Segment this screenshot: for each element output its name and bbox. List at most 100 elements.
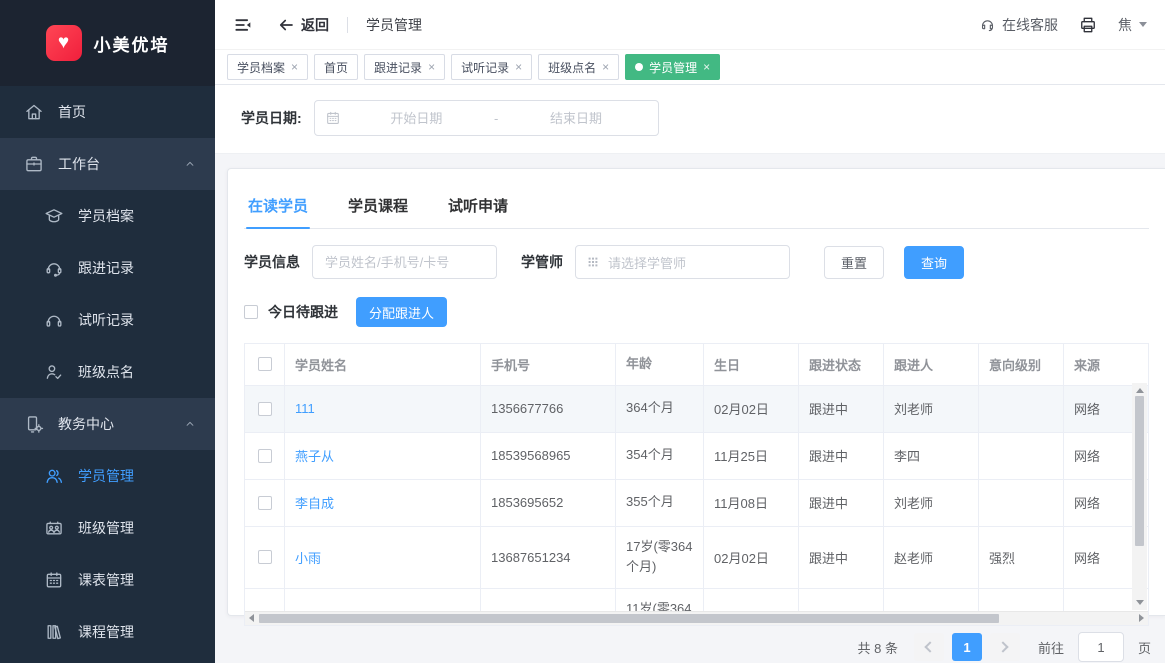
sidebar-item-4[interactable]: 试听记录 — [0, 294, 215, 346]
student-panel-card: 在读学员学员课程试听申请 学员信息 学管师 请选择学管师 重置 查询 今日待跟进… — [227, 168, 1165, 616]
brand-logo-heart-icon: ♥ — [46, 25, 82, 61]
row-select-cell — [245, 386, 285, 432]
cell-birthday: 02月02日 — [704, 386, 799, 432]
cell-intent — [979, 589, 1064, 611]
start-date-input[interactable] — [345, 111, 488, 126]
query-button[interactable]: 查询 — [904, 246, 964, 279]
student-name-link[interactable]: 燕子从 — [295, 446, 334, 465]
student-name-link[interactable]: 111 — [295, 401, 315, 416]
printer-icon[interactable] — [1078, 15, 1098, 35]
team-icon — [44, 518, 64, 538]
cell-name: 小雨 — [285, 527, 481, 588]
column-header-5: 跟进人 — [884, 344, 979, 385]
table-row: 燕子从18539568965354个月11月25日跟进中李四网络 — [245, 433, 1148, 480]
cell-age: 11岁(零364个月) — [616, 589, 704, 611]
view-tag-label: 首页 — [324, 59, 348, 76]
row-checkbox[interactable] — [258, 449, 272, 463]
sidebar-item-label: 课程管理 — [78, 622, 134, 642]
scroll-up-icon[interactable] — [1136, 388, 1144, 393]
sidebar-item-7[interactable]: 学员管理 — [0, 450, 215, 502]
scroll-left-icon[interactable] — [249, 614, 254, 622]
cell-birthday: 02月02日 — [704, 527, 799, 588]
sidebar-item-3[interactable]: 跟进记录 — [0, 242, 215, 294]
cell-name: 李自成 — [285, 480, 481, 526]
people-icon — [44, 466, 64, 486]
row-checkbox[interactable] — [258, 402, 272, 416]
scroll-right-icon[interactable] — [1139, 614, 1144, 622]
cell-intent — [979, 386, 1064, 432]
row-checkbox[interactable] — [258, 550, 272, 564]
view-tag-3[interactable]: 试听记录 × — [451, 54, 532, 80]
reset-button[interactable]: 重置 — [824, 246, 884, 279]
close-tag-icon[interactable]: × — [291, 61, 298, 73]
scroll-down-icon[interactable] — [1136, 600, 1144, 605]
view-tag-4[interactable]: 班级点名 × — [538, 54, 619, 80]
close-tag-icon[interactable]: × — [602, 61, 609, 73]
sidebar-item-label: 工作台 — [58, 154, 100, 174]
back-button[interactable]: 返回 — [277, 15, 329, 35]
panel-tab-2[interactable]: 试听申请 — [446, 187, 510, 228]
horizontal-scroll-thumb[interactable] — [259, 614, 999, 623]
sidebar-item-label: 班级点名 — [78, 362, 134, 382]
view-tag-label: 试听记录 — [461, 59, 509, 76]
sidebar-item-0[interactable]: 首页 — [0, 86, 215, 138]
goto-page-input[interactable] — [1078, 632, 1124, 662]
student-info-input[interactable] — [312, 245, 497, 279]
view-tag-5[interactable]: 学员管理× — [625, 54, 720, 80]
sidebar-item-10[interactable]: 课程管理 — [0, 606, 215, 658]
cell-follower: 李四 — [884, 433, 979, 479]
table-row: 李自成1853695652355个月11月08日跟进中刘老师网络 — [245, 480, 1148, 527]
vertical-scroll-thumb[interactable] — [1135, 396, 1144, 546]
close-tag-icon[interactable]: × — [703, 61, 710, 73]
cell-phone: 18539568965 — [481, 433, 616, 479]
column-header-3: 生日 — [704, 344, 799, 385]
current-page-button[interactable]: 1 — [952, 633, 982, 661]
online-service-button[interactable]: 在线客服 — [979, 15, 1058, 35]
view-tag-label: 班级点名 — [548, 59, 596, 76]
sidebar-collapse-icon[interactable] — [233, 15, 253, 35]
prev-page-button[interactable] — [914, 633, 944, 661]
device-gear-icon — [24, 414, 44, 434]
view-tag-2[interactable]: 跟进记录× — [364, 54, 445, 80]
home-icon — [24, 102, 44, 122]
cell-status: 跟进中 — [799, 386, 884, 432]
user-menu[interactable]: 焦 — [1118, 15, 1147, 35]
row-checkbox[interactable] — [258, 496, 272, 510]
student-name-link[interactable]: 李自成 — [295, 493, 334, 512]
today-follow-checkbox[interactable] — [244, 305, 258, 319]
sidebar-item-label: 跟进记录 — [78, 258, 134, 278]
breadcrumb: 学员管理 — [366, 15, 422, 35]
sidebar-item-label: 学员档案 — [78, 206, 134, 226]
panel-tab-0[interactable]: 在读学员 — [246, 187, 310, 228]
sidebar-item-label: 试听记录 — [78, 310, 134, 330]
end-date-input[interactable] — [504, 111, 647, 126]
panel-tab-1[interactable]: 学员课程 — [346, 187, 410, 228]
app-root: ♥ 小美优培 首页工作台学员档案跟进记录试听记录班级点名教务中心学员管理班级管理… — [0, 0, 1165, 663]
sidebar-item-9[interactable]: 课表管理 — [0, 554, 215, 606]
cell-age: 354个月 — [616, 433, 704, 479]
cell-phone: 1356677766 — [481, 386, 616, 432]
student-name-link[interactable]: 小雨 — [295, 548, 321, 567]
close-tag-icon[interactable]: × — [428, 61, 435, 73]
assign-follower-button[interactable]: 分配跟进人 — [356, 297, 447, 327]
sidebar-item-6[interactable]: 教务中心 — [0, 398, 215, 450]
horizontal-scrollbar[interactable] — [245, 611, 1148, 625]
next-page-button[interactable] — [990, 633, 1020, 661]
select-all-checkbox[interactable] — [258, 357, 272, 371]
table-row: 小雨1368765123417岁(零364个月)02月02日跟进中赵老师强烈网络 — [245, 527, 1148, 589]
today-row: 今日待跟进 分配跟进人 — [244, 297, 1149, 327]
sidebar-item-2[interactable]: 学员档案 — [0, 190, 215, 242]
view-tag-1[interactable]: 首页 — [314, 54, 358, 80]
date-filter-band: 学员日期: - — [215, 85, 1165, 154]
sidebar-item-5[interactable]: 班级点名 — [0, 346, 215, 398]
sidebar-item-8[interactable]: 班级管理 — [0, 502, 215, 554]
grid-icon — [586, 255, 600, 269]
close-tag-icon[interactable]: × — [515, 61, 522, 73]
date-range-picker[interactable]: - — [314, 100, 659, 136]
sidebar-item-1[interactable]: 工作台 — [0, 138, 215, 190]
vertical-scrollbar[interactable] — [1132, 383, 1147, 610]
cell-age: 355个月 — [616, 480, 704, 526]
teacher-select[interactable]: 请选择学管师 — [575, 245, 790, 279]
view-tag-0[interactable]: 学员档案× — [227, 54, 308, 80]
cell-intent — [979, 433, 1064, 479]
